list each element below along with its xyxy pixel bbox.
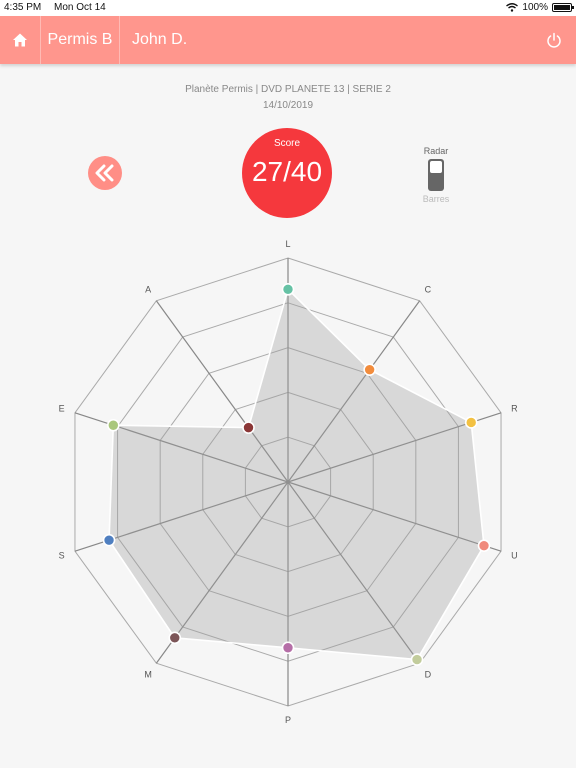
radar-axis-label-u: U — [511, 551, 518, 561]
status-bar: 4:35 PM Mon Oct 14 100% — [0, 0, 576, 16]
radar-axis-label-e: E — [59, 403, 65, 413]
radar-point-d — [410, 653, 424, 666]
nav-category-button[interactable]: Permis B — [41, 16, 120, 64]
radar-axis-label-r: R — [511, 403, 518, 413]
score-value: 27/40 — [251, 156, 323, 187]
test-date: 14/10/2019 — [262, 100, 314, 111]
radar-point-s — [102, 533, 116, 547]
toggle-radar-label: Radar — [423, 146, 449, 156]
radar-data-area — [108, 288, 485, 661]
radar-point-a — [242, 421, 255, 434]
score-badge: Score 27/40 — [242, 128, 332, 218]
wifi-icon — [506, 3, 519, 12]
radar-point-l — [281, 283, 295, 296]
radar-axis-label-c: C — [425, 284, 432, 294]
nav-bar: Permis B John D. — [0, 16, 576, 64]
radar-point-u — [477, 539, 491, 552]
battery-icon — [552, 3, 574, 12]
battery-percent: 100% — [522, 2, 548, 13]
logout-button[interactable] — [542, 28, 566, 52]
power-icon — [547, 32, 561, 48]
toggle-bars-label: Barres — [422, 194, 450, 204]
view-switch[interactable] — [428, 159, 444, 191]
radar-axis-label-m: M — [144, 670, 152, 680]
radar-point-m — [168, 631, 182, 645]
view-toggle[interactable]: Radar Barres — [416, 146, 456, 208]
status-time: 4:35 PM — [4, 2, 42, 13]
radar-point-r — [464, 416, 478, 429]
double-chevron-left-icon — [95, 164, 114, 182]
back-button[interactable] — [88, 156, 122, 190]
radar-axis-label-d: D — [425, 670, 432, 680]
radar-axis-label-p: P — [285, 715, 291, 725]
home-button[interactable] — [0, 16, 41, 64]
home-icon — [13, 33, 27, 47]
radar-axis-label-l: L — [285, 239, 290, 249]
radar-chart: L C R U D P M S E A — [59, 239, 518, 725]
nav-user-name[interactable]: John D. — [132, 16, 187, 64]
radar-axis-label-a: A — [145, 284, 151, 294]
radar-point-p — [281, 641, 295, 655]
test-source: Planète Permis | DVD PLANETE 13 | SERIE … — [185, 84, 391, 95]
radar-point-c — [363, 363, 376, 376]
radar-axis-label-s: S — [59, 551, 65, 561]
score-label: Score — [273, 138, 301, 149]
radar-point-e — [107, 418, 120, 432]
status-date: Mon Oct 14 — [54, 2, 106, 13]
